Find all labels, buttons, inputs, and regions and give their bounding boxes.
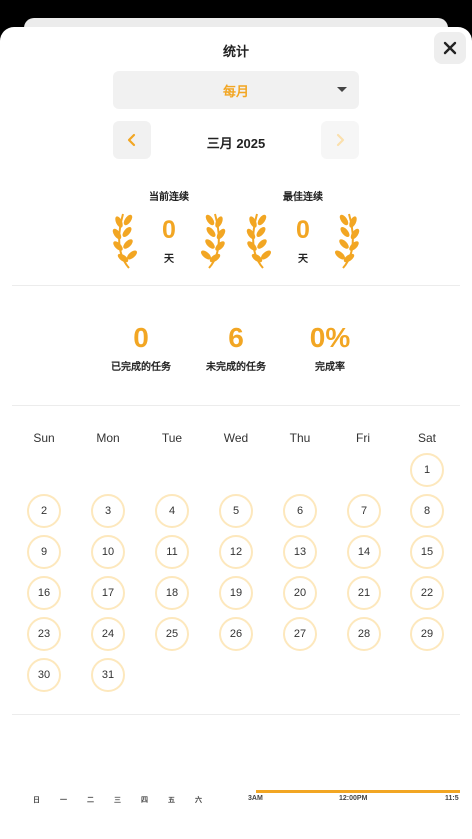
weekday-label: Thu: [289, 431, 311, 445]
calendar-day-12[interactable]: 12: [219, 535, 253, 569]
calendar-day-19[interactable]: 19: [219, 576, 253, 610]
completion-rate-stat: 0% 完成率: [275, 320, 385, 373]
previous-month-button[interactable]: [113, 121, 151, 159]
best-streak-value: 0: [296, 216, 310, 244]
calendar-day-15[interactable]: 15: [410, 535, 444, 569]
calendar-day-14[interactable]: 14: [347, 535, 381, 569]
calendar-day-4[interactable]: 4: [155, 494, 189, 528]
weekday-label: Sun: [33, 431, 55, 445]
calendar-day-20[interactable]: 20: [283, 576, 317, 610]
timeline-bar: [256, 790, 460, 793]
current-streak-unit: 天: [164, 254, 174, 265]
current-streak-value: 0: [162, 216, 176, 244]
completed-tasks-value: 0: [133, 322, 149, 353]
current-streak-label: 当前连续: [149, 192, 189, 203]
calendar-day-8[interactable]: 8: [410, 494, 444, 528]
calendar-day-25[interactable]: 25: [155, 617, 189, 651]
weekday-axis-label: 六: [195, 797, 202, 804]
weekday-axis-label: 二: [87, 797, 94, 804]
weekday-axis-label: 四: [141, 797, 148, 804]
calendar-day-23[interactable]: 23: [27, 617, 61, 651]
calendar-day-13[interactable]: 13: [283, 535, 317, 569]
chevron-left-icon: [127, 133, 136, 147]
weekday-label: Fri: [356, 431, 370, 445]
period-selected-value: 每月: [222, 83, 249, 99]
time-axis-label: 12:00PM: [339, 795, 368, 802]
calendar-day-17[interactable]: 17: [91, 576, 125, 610]
calendar-day-22[interactable]: 22: [410, 576, 444, 610]
period-dropdown[interactable]: 每月: [113, 71, 359, 109]
divider: [12, 405, 460, 406]
weekday-axis-label: 日: [33, 797, 40, 804]
current-streak: 当前连续 0 天: [109, 188, 229, 269]
calendar-day-16[interactable]: 16: [27, 576, 61, 610]
divider: [12, 714, 460, 715]
calendar-day-28[interactable]: 28: [347, 617, 381, 651]
calendar-day-29[interactable]: 29: [410, 617, 444, 651]
weekday-label: Tue: [161, 431, 183, 445]
calendar-day-6[interactable]: 6: [283, 494, 317, 528]
best-streak: 最佳连续 0 天: [243, 188, 363, 269]
chevron-right-icon: [336, 133, 345, 147]
weekday-axis-label: 五: [168, 797, 175, 804]
next-month-button[interactable]: [321, 121, 359, 159]
completed-tasks-label: 已完成的任务: [111, 362, 171, 373]
statistics-sheet: 统计 每月 三月 2025 当前连续 0 天 最佳连续 0 天 0 已完成的任务…: [0, 27, 472, 839]
best-streak-label: 最佳连续: [283, 192, 323, 203]
calendar-day-30[interactable]: 30: [27, 658, 61, 692]
divider: [12, 285, 460, 286]
close-icon: [443, 41, 457, 55]
time-axis-label: 3AM: [248, 795, 263, 802]
time-axis-label: 11:5: [445, 795, 459, 802]
calendar-day-24[interactable]: 24: [91, 617, 125, 651]
month-label: 三月 2025: [206, 136, 266, 151]
calendar-day-2[interactable]: 2: [27, 494, 61, 528]
weekday-label: Wed: [223, 431, 249, 445]
calendar-day-10[interactable]: 10: [91, 535, 125, 569]
completion-rate-value: 0%: [309, 322, 351, 353]
close-button[interactable]: [434, 32, 466, 64]
calendar-day-21[interactable]: 21: [347, 576, 381, 610]
calendar-day-11[interactable]: 11: [155, 535, 189, 569]
best-streak-unit: 天: [298, 254, 308, 265]
calendar-day-26[interactable]: 26: [219, 617, 253, 651]
calendar-day-27[interactable]: 27: [283, 617, 317, 651]
weekday-header: Sun Mon Tue Wed Thu Fri Sat: [0, 431, 472, 445]
weekday-label: Mon: [96, 431, 120, 445]
caret-down-icon: [337, 87, 347, 92]
weekday-axis-label: 三: [114, 797, 121, 804]
page-title: 统计: [222, 44, 249, 59]
weekday-axis-label: 一: [60, 797, 67, 804]
calendar-day-1[interactable]: 1: [410, 453, 444, 487]
weekday-label: Sat: [417, 431, 436, 445]
calendar-day-7[interactable]: 7: [347, 494, 381, 528]
calendar-day-3[interactable]: 3: [91, 494, 125, 528]
bottom-axis-labels: 日 一 二 三 四 五 六 3AM 12:00PM 11:5: [0, 795, 472, 809]
calendar-day-31[interactable]: 31: [91, 658, 125, 692]
calendar-day-5[interactable]: 5: [219, 494, 253, 528]
completion-rate-label: 完成率: [315, 362, 345, 373]
calendar-day-18[interactable]: 18: [155, 576, 189, 610]
calendar-day-9[interactable]: 9: [27, 535, 61, 569]
completed-tasks-stat: 0 已完成的任务: [86, 320, 196, 373]
